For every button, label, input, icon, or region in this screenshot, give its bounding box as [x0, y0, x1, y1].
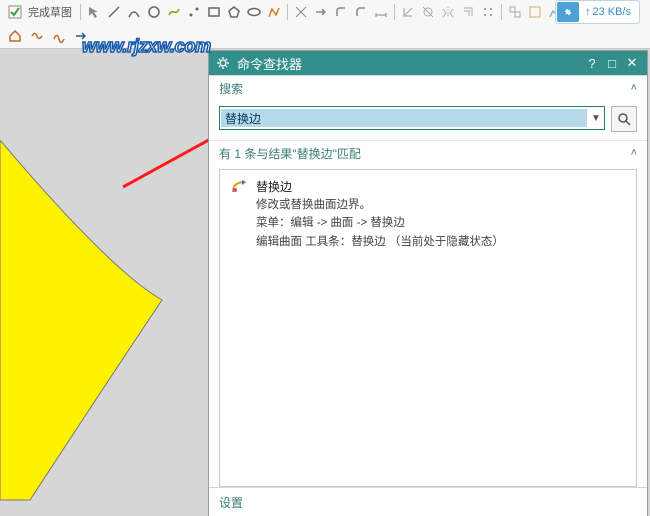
- search-go-button[interactable]: [611, 106, 637, 132]
- cursor-icon[interactable]: [85, 3, 103, 21]
- trim-icon[interactable]: [292, 3, 310, 21]
- toolbar-top: 完成草图: [0, 0, 650, 25]
- search-combo[interactable]: ▼: [219, 106, 605, 130]
- pattern-icon[interactable]: [479, 3, 497, 21]
- search-row: ▼: [209, 100, 647, 141]
- line-icon[interactable]: [105, 3, 123, 21]
- wave2-icon[interactable]: [50, 27, 68, 45]
- result-item[interactable]: 替换边 修改或替换曲面边界。 菜单：编辑 -> 曲面 -> 替换边 编辑曲面 工…: [230, 178, 626, 251]
- network-icon: [557, 2, 579, 22]
- results-section-header[interactable]: 有 1 条与结果"替换边"匹配 ˄: [209, 141, 647, 165]
- app-viewport: 完成草图 ↑ 23 KB/s: [0, 0, 650, 516]
- toolbar-separator: [80, 4, 81, 20]
- command-finder-panel: 命令查找器 ? □ ✕ 搜索 ˄ ▼ 有 1 条与结果"替换边"匹配 ˄: [208, 50, 648, 516]
- spline-icon[interactable]: [165, 3, 183, 21]
- search-section-header[interactable]: 搜索 ˄: [209, 75, 647, 100]
- speed-value: 23 KB/s: [592, 6, 631, 18]
- search-input[interactable]: [221, 109, 587, 127]
- toolbar-separator: [287, 4, 288, 20]
- result-toolbar-path: 编辑曲面 工具条：替换边 （当前处于隐藏状态）: [256, 234, 504, 251]
- yellow-surface-shape: [0, 140, 200, 510]
- result-title: 替换边: [256, 178, 504, 196]
- rectangle-icon[interactable]: [205, 3, 223, 21]
- group-icon[interactable]: [506, 3, 524, 21]
- maximize-button[interactable]: □: [603, 54, 621, 72]
- close-button[interactable]: ✕: [623, 54, 641, 72]
- settings-label: 设置: [219, 494, 243, 511]
- sketch-done-icon[interactable]: [6, 3, 24, 21]
- arc-icon[interactable]: [125, 3, 143, 21]
- mirror-icon[interactable]: [439, 3, 457, 21]
- chevron-up-icon: ˄: [631, 147, 637, 159]
- toolbar-separator: [501, 4, 502, 20]
- dimension-icon[interactable]: [372, 3, 390, 21]
- ref-icon[interactable]: [526, 3, 544, 21]
- chevron-up-icon: ˄: [631, 82, 637, 94]
- replace-edge-icon: [230, 178, 248, 251]
- result-description: 修改或替换曲面边界。: [256, 197, 504, 214]
- search-section-label: 搜索: [219, 80, 631, 97]
- chamfer-icon[interactable]: [352, 3, 370, 21]
- network-speed-badge: ↑ 23 KB/s: [555, 0, 640, 24]
- point-icon[interactable]: [185, 3, 203, 21]
- upload-arrow-icon: ↑: [585, 6, 591, 18]
- magnifier-icon: [617, 112, 631, 126]
- toolbar-separator: [394, 4, 395, 20]
- result-menu-path: 菜单：编辑 -> 曲面 -> 替换边: [256, 215, 504, 232]
- dropdown-arrow-icon[interactable]: ▼: [588, 113, 604, 124]
- constraint2-icon[interactable]: [419, 3, 437, 21]
- polygon-icon[interactable]: [225, 3, 243, 21]
- gear-icon: [215, 55, 231, 71]
- home-icon[interactable]: [6, 27, 24, 45]
- results-section-label: 有 1 条与结果"替换边"匹配: [219, 145, 631, 162]
- wave1-icon[interactable]: [28, 27, 46, 45]
- watermark-text: www.rjzxw.com: [82, 36, 211, 57]
- help-button[interactable]: ?: [583, 54, 601, 72]
- extend-icon[interactable]: [312, 3, 330, 21]
- offset-icon[interactable]: [459, 3, 477, 21]
- sketch-done-label: 完成草图: [26, 4, 76, 20]
- constraint-icon[interactable]: [399, 3, 417, 21]
- results-body: 替换边 修改或替换曲面边界。 菜单：编辑 -> 曲面 -> 替换边 编辑曲面 工…: [219, 169, 637, 487]
- ellipse-icon[interactable]: [245, 3, 263, 21]
- fillet-icon[interactable]: [332, 3, 350, 21]
- settings-section-header[interactable]: 设置: [209, 487, 647, 516]
- panel-titlebar: 命令查找器 ? □ ✕: [209, 51, 647, 75]
- circle-icon[interactable]: [145, 3, 163, 21]
- polyline-icon[interactable]: [265, 3, 283, 21]
- panel-title: 命令查找器: [237, 54, 581, 73]
